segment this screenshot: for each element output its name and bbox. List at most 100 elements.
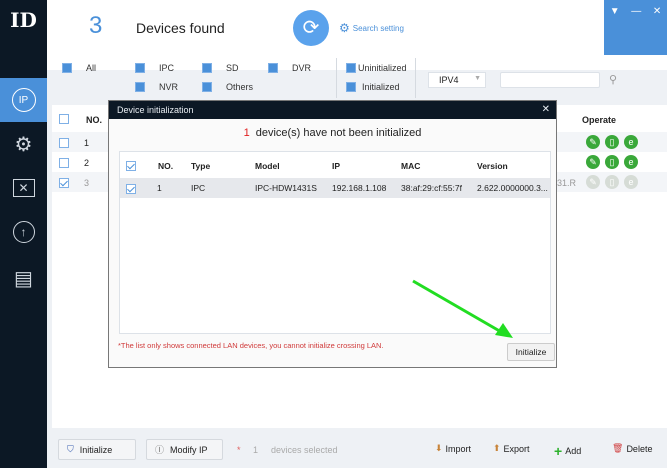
sidebar-item-docs[interactable]: ▤ bbox=[0, 256, 47, 300]
refresh-search-button[interactable]: ⟳ bbox=[293, 10, 329, 46]
search-icon[interactable]: ⚲ bbox=[609, 73, 617, 86]
row-no: 2 bbox=[84, 158, 90, 168]
sidebar-item-device-config[interactable]: ⚙ bbox=[0, 122, 47, 166]
trash-icon: 🗑 bbox=[612, 443, 624, 453]
column-header-operate: Operate bbox=[582, 115, 617, 125]
row-checkbox[interactable] bbox=[59, 157, 69, 168]
column-header-no: NO. bbox=[86, 115, 103, 125]
filter-label: NVR bbox=[159, 82, 179, 92]
row-checkbox[interactable] bbox=[126, 183, 136, 194]
filter-all[interactable]: All bbox=[62, 63, 96, 73]
export-icon: ⬆ bbox=[493, 443, 501, 453]
close-icon[interactable]: ✕ bbox=[542, 104, 550, 115]
checkbox[interactable] bbox=[62, 63, 72, 73]
required-star: * bbox=[237, 445, 241, 455]
sidebar-item-upgrade[interactable]: ↑ bbox=[0, 210, 47, 254]
ip-icon: IP bbox=[11, 88, 36, 112]
button-label: Add bbox=[565, 446, 582, 456]
select-all-checkbox[interactable] bbox=[126, 160, 136, 171]
refresh-icon: ⟳ bbox=[302, 17, 320, 39]
initialize-devices-button[interactable]: ⛉ Initialize bbox=[58, 439, 136, 460]
sidebar: ID IP ⚙ ✕ ↑ ▤ bbox=[0, 0, 47, 468]
protocol-select[interactable]: IPV4 ▼ bbox=[428, 72, 486, 88]
column-header-ip: IP bbox=[332, 161, 341, 171]
filter-label: All bbox=[86, 63, 97, 73]
filter-label: Uninitialized bbox=[358, 63, 407, 73]
upgrade-icon: ↑ bbox=[12, 221, 35, 243]
window-controls: ▼ — ✕ bbox=[604, 0, 667, 55]
cell-model: IPC-HDW1431S bbox=[255, 183, 317, 193]
browser-icon[interactable]: e bbox=[624, 135, 638, 149]
checkbox[interactable] bbox=[202, 82, 212, 92]
filter-uninitialized[interactable]: Uninitialized bbox=[346, 63, 407, 73]
header: 3 Devices found ⟳ ⚙ Search setting bbox=[47, 0, 667, 70]
filter-initialized[interactable]: Initialized bbox=[346, 82, 400, 92]
checkbox[interactable] bbox=[268, 63, 278, 73]
export-button[interactable]: ⬆ Export bbox=[493, 443, 530, 454]
browser-icon[interactable]: e bbox=[624, 155, 638, 169]
filter-ipc[interactable]: IPC bbox=[135, 63, 174, 73]
filter-others[interactable]: Others bbox=[202, 82, 253, 92]
checkbox[interactable] bbox=[346, 82, 356, 92]
filter-label: IPC bbox=[159, 63, 175, 73]
camera-gear-icon: ⚙ bbox=[14, 133, 33, 156]
operate-buttons: ✎ ▯ e bbox=[586, 155, 643, 169]
row-checkbox[interactable] bbox=[59, 137, 69, 148]
bottom-toolbar: ⛉ Initialize Ⓘ Modify IP * 1 devices selec… bbox=[47, 430, 667, 468]
filter-label: SD bbox=[226, 63, 239, 73]
dialog-title: Device initialization bbox=[117, 105, 194, 115]
column-header-mac: MAC bbox=[401, 161, 421, 171]
lan-note: *The list only shows connected LAN devic… bbox=[118, 341, 384, 350]
cell-no: 1 bbox=[157, 183, 162, 193]
uninitialized-count: 1 bbox=[243, 127, 250, 139]
filter-sd[interactable]: SD bbox=[202, 63, 239, 73]
web-page-icon[interactable]: ▯ bbox=[605, 135, 619, 149]
selected-label: devices selected bbox=[271, 445, 338, 455]
import-button[interactable]: ⬇ Import bbox=[435, 443, 471, 454]
button-label: Delete bbox=[626, 443, 653, 454]
column-header-model: Model bbox=[255, 161, 280, 171]
checkbox[interactable] bbox=[135, 82, 145, 92]
search-setting-link[interactable]: ⚙ Search setting bbox=[339, 21, 404, 35]
row-no: 3 bbox=[84, 178, 90, 188]
list-header: NO. Type Model IP MAC Version bbox=[120, 152, 550, 178]
minimize-icon[interactable]: — bbox=[631, 6, 641, 55]
device-count: 3 bbox=[89, 12, 103, 39]
sidebar-item-ip-tool[interactable]: IP bbox=[0, 78, 47, 122]
filter-nvr[interactable]: NVR bbox=[135, 82, 178, 92]
shield-icon: ⛉ bbox=[67, 444, 74, 454]
edit-icon: ✎ bbox=[586, 175, 600, 189]
app-logo: ID bbox=[10, 8, 37, 32]
protocol-value: IPV4 bbox=[439, 75, 459, 85]
select-all-checkbox[interactable] bbox=[59, 113, 69, 124]
close-window-icon[interactable]: ✕ bbox=[653, 6, 661, 55]
dropdown-icon[interactable]: ▼ bbox=[610, 6, 620, 55]
tools-icon: ✕ bbox=[12, 179, 35, 197]
sidebar-item-tools[interactable]: ✕ bbox=[0, 166, 47, 210]
initialize-button[interactable]: Initialize bbox=[507, 343, 555, 361]
button-label: Export bbox=[503, 443, 530, 454]
row-checkbox[interactable] bbox=[59, 177, 69, 188]
search-input[interactable] bbox=[500, 72, 600, 88]
column-header-version: Version bbox=[477, 161, 508, 171]
list-row[interactable]: 1 IPC IPC-HDW1431S 192.168.1.108 38:af:2… bbox=[120, 178, 550, 198]
annotation-arrow bbox=[412, 279, 513, 338]
delete-button[interactable]: 🗑 Delete bbox=[612, 443, 652, 454]
checkbox[interactable] bbox=[346, 63, 356, 73]
edit-icon[interactable]: ✎ bbox=[586, 155, 600, 169]
edit-icon[interactable]: ✎ bbox=[586, 135, 600, 149]
cell-version: 2.622.0000000.3... bbox=[477, 183, 548, 193]
checkbox[interactable] bbox=[135, 63, 145, 73]
add-button[interactable]: + Add bbox=[554, 443, 581, 459]
search-setting-label: Search setting bbox=[352, 23, 404, 33]
cell-mac: 38:af:29:cf:55:7f bbox=[401, 183, 462, 193]
web-page-icon[interactable]: ▯ bbox=[605, 155, 619, 169]
dialog-titlebar: Device initialization ✕ bbox=[109, 101, 556, 119]
modify-ip-button[interactable]: Ⓘ Modify IP bbox=[146, 439, 223, 460]
selected-count: 1 bbox=[253, 445, 259, 455]
filter-dvr[interactable]: DVR bbox=[268, 63, 311, 73]
checkbox[interactable] bbox=[202, 63, 212, 73]
page-title: Devices found bbox=[136, 20, 225, 36]
row-no: 1 bbox=[84, 138, 90, 148]
gear-icon: ⚙ bbox=[339, 21, 350, 35]
